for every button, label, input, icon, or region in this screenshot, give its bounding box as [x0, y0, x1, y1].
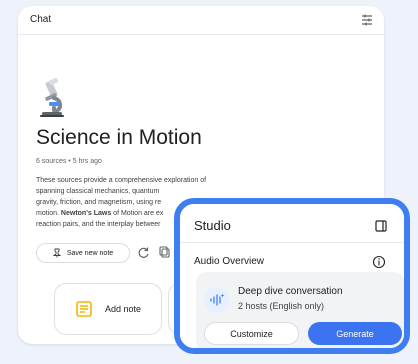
notebook-title: Science in Motion [36, 126, 202, 149]
summary-line-4-text: motion. [36, 210, 59, 217]
microscope-icon [36, 78, 70, 118]
audio-overview-label: Audio Overview [194, 256, 265, 267]
tune-icon[interactable] [360, 13, 374, 27]
studio-panel: Studio Audio Overview Deep dive conversa… [174, 198, 410, 354]
deep-dive-title: Deep dive conversation [238, 286, 343, 297]
studio-divider [180, 242, 404, 243]
add-note-button[interactable]: Add note [54, 283, 162, 335]
save-new-note-label: Save new note [66, 249, 114, 257]
panel-icon[interactable] [374, 219, 388, 233]
deep-dive-card: Deep dive conversation 2 hosts (English … [196, 272, 404, 348]
deep-dive-subtitle: 2 hosts (English only) [238, 301, 325, 311]
info-icon[interactable] [372, 255, 386, 269]
generate-button[interactable]: Generate [308, 322, 402, 345]
summary-line-2: spanning classical mechanics, quantum [36, 188, 160, 195]
pin-icon [52, 248, 61, 258]
studio-title: Studio [194, 218, 231, 233]
customize-button[interactable]: Customize [204, 322, 299, 345]
app-root: Chat Science in Motion 6 sources • 5 hrs… [0, 0, 418, 364]
chat-title: Chat [30, 14, 52, 25]
deep-dive-audio-icon [204, 287, 230, 313]
summary-emphasis: Newton's Laws [60, 210, 112, 217]
chat-header: Chat [18, 6, 384, 35]
refresh-icon[interactable] [136, 245, 152, 261]
summary-line-1: These sources provide a comprehensive ex… [36, 177, 207, 184]
notebook-meta: 6 sources • 5 hrs ago [36, 158, 102, 165]
save-new-note-button[interactable]: Save new note [36, 243, 130, 263]
note-icon [75, 300, 93, 318]
copy-icon[interactable] [157, 245, 173, 261]
studio-panel-inner: Studio Audio Overview Deep dive conversa… [180, 204, 404, 348]
summary-line-4-tail: of Motion are ex [113, 210, 164, 217]
add-note-label: Add note [104, 304, 142, 314]
